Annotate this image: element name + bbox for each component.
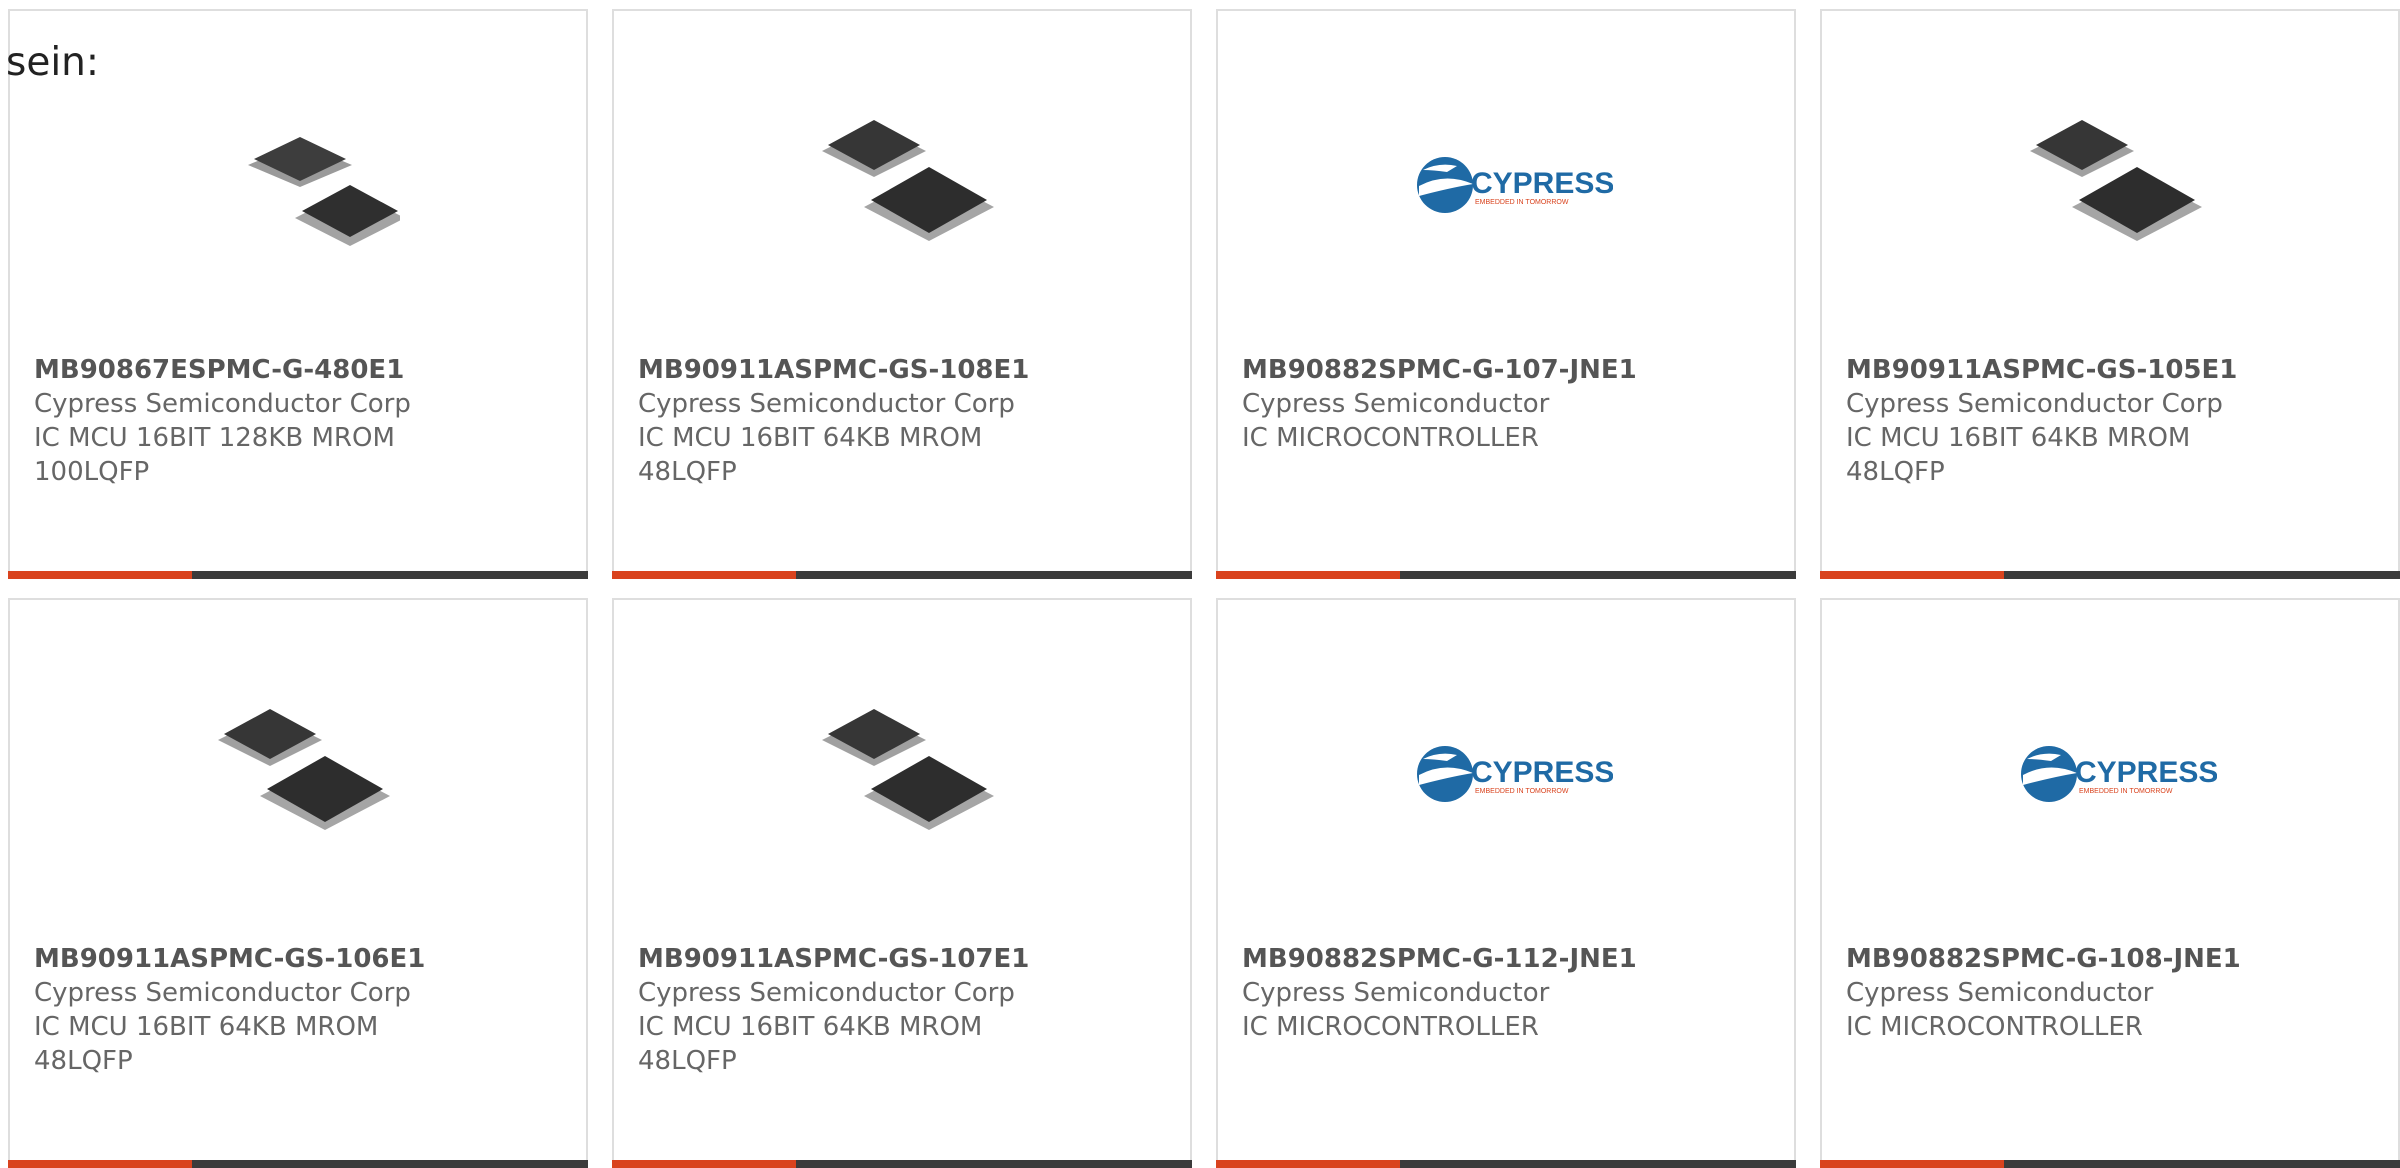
part-number-link[interactable]: MB90911ASPMC-GS-107E1 [638,942,1170,976]
svg-text:EMBEDDED IN TOMORROW: EMBEDDED IN TOMORROW [1475,199,1569,206]
manufacturer-name: Cypress Semiconductor Corp [638,978,1015,1008]
product-image[interactable] [794,664,1014,884]
qfp-chips-icon [218,709,390,830]
part-number-link[interactable]: MB90882SPMC-G-108-JNE1 [1846,942,2378,976]
part-number-link[interactable]: MB90882SPMC-G-112-JNE1 [1242,942,1774,976]
card-footer-bar [1820,571,2400,579]
card-footer-bar [612,571,1192,579]
product-card[interactable]: MB90911ASPMC-GS-105E1 Cypress Semiconduc… [1820,9,2400,579]
svg-text:EMBEDDED IN TOMORROW: EMBEDDED IN TOMORROW [2079,788,2173,795]
product-description: IC MCU 16BIT 64KB MROM 48LQFP [34,1012,379,1076]
product-image[interactable] [794,75,1014,295]
product-grid: MB90867ESPMC-G-480E1 Cypress Semiconduct… [0,0,2400,1168]
product-card[interactable]: MB90911ASPMC-GS-108E1 Cypress Semiconduc… [612,9,1192,579]
part-number-link[interactable]: MB90911ASPMC-GS-106E1 [34,942,566,976]
part-number-link[interactable]: MB90911ASPMC-GS-105E1 [1846,353,2378,387]
product-image[interactable]: CYPRESS EMBEDDED IN TOMORROW [1398,75,1618,295]
product-description: IC MCU 16BIT 64KB MROM 48LQFP [638,423,983,487]
cypress-logo: CYPRESS EMBEDDED IN TOMORROW [1417,746,1613,802]
part-number-link[interactable]: MB90911ASPMC-GS-108E1 [638,353,1170,387]
product-card[interactable]: CYPRESS EMBEDDED IN TOMORROW MB90882SPMC… [1216,9,1796,579]
cypress-logo: CYPRESS EMBEDDED IN TOMORROW [1417,157,1613,213]
product-image[interactable] [2002,75,2222,295]
product-card[interactable]: CYPRESS EMBEDDED IN TOMORROW MB90882SPMC… [1216,598,1796,1168]
manufacturer-name: Cypress Semiconductor Corp [638,389,1015,419]
svg-text:EMBEDDED IN TOMORROW: EMBEDDED IN TOMORROW [1475,788,1569,795]
product-description: IC MCU 16BIT 128KB MROM 100LQFP [34,423,395,487]
product-card[interactable]: CYPRESS EMBEDDED IN TOMORROW MB90882SPMC… [1820,598,2400,1168]
svg-text:CYPRESS: CYPRESS [1471,756,1613,789]
card-footer-bar [8,571,588,579]
product-image[interactable] [190,664,410,884]
product-card[interactable]: MB90867ESPMC-G-480E1 Cypress Semiconduct… [8,9,588,579]
manufacturer-name: Cypress Semiconductor [1242,978,1550,1008]
product-card[interactable]: MB90911ASPMC-GS-106E1 Cypress Semiconduc… [8,598,588,1168]
product-description: IC MICROCONTROLLER [1846,1012,2143,1042]
qfp-chips-icon [248,137,400,246]
svg-text:CYPRESS: CYPRESS [2075,756,2217,789]
cypress-logo: CYPRESS EMBEDDED IN TOMORROW [2021,746,2217,802]
svg-text:CYPRESS: CYPRESS [1471,167,1613,200]
card-footer-bar [1820,1160,2400,1168]
card-footer-bar [612,1160,1192,1168]
manufacturer-name: Cypress Semiconductor Corp [34,389,411,419]
manufacturer-name: Cypress Semiconductor Corp [34,978,411,1008]
product-description: IC MCU 16BIT 64KB MROM 48LQFP [638,1012,983,1076]
card-footer-bar [1216,571,1796,579]
product-description: IC MICROCONTROLLER [1242,423,1539,453]
card-footer-bar [8,1160,588,1168]
manufacturer-name: Cypress Semiconductor Corp [1846,389,2223,419]
part-number-link[interactable]: MB90882SPMC-G-107-JNE1 [1242,353,1774,387]
qfp-chips-icon [2030,120,2202,241]
product-description: IC MICROCONTROLLER [1242,1012,1539,1042]
manufacturer-name: Cypress Semiconductor [1846,978,2154,1008]
part-number-link[interactable]: MB90867ESPMC-G-480E1 [34,353,566,387]
product-image[interactable]: CYPRESS EMBEDDED IN TOMORROW [2002,664,2222,884]
card-footer-bar [1216,1160,1796,1168]
intro-text: sein: [6,40,100,85]
qfp-chips-icon [822,120,994,241]
qfp-chips-icon [822,709,994,830]
product-image[interactable]: CYPRESS EMBEDDED IN TOMORROW [1398,664,1618,884]
product-image[interactable] [190,75,410,295]
product-description: IC MCU 16BIT 64KB MROM 48LQFP [1846,423,2191,487]
product-card[interactable]: MB90911ASPMC-GS-107E1 Cypress Semiconduc… [612,598,1192,1168]
manufacturer-name: Cypress Semiconductor [1242,389,1550,419]
